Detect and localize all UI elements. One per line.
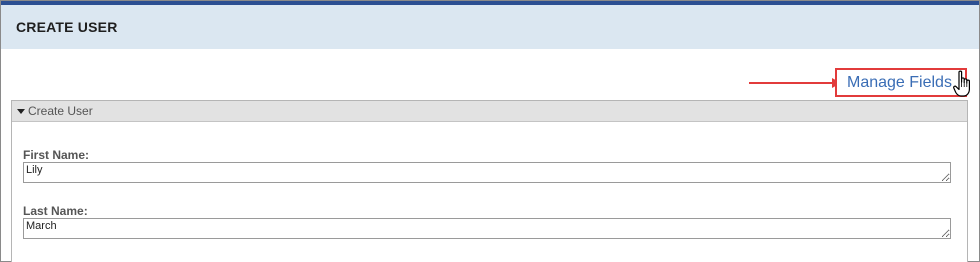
caret-down-icon — [17, 109, 25, 114]
section-title: Create User — [28, 104, 93, 118]
last-name-label: Last Name: — [23, 204, 88, 218]
first-name-field[interactable]: Lily — [23, 162, 951, 183]
create-user-section: Create User First Name: Lily Last Name: … — [11, 100, 968, 262]
hand-pointer-icon — [953, 70, 970, 97]
section-toggle[interactable]: Create User — [12, 101, 967, 122]
arrow-right-icon — [749, 78, 841, 88]
first-name-label: First Name: — [23, 148, 90, 162]
manage-fields-highlight: Manage Fields — [835, 68, 967, 97]
page-header: CREATE USER — [1, 5, 979, 49]
last-name-field[interactable]: March — [23, 218, 951, 239]
manage-fields-link[interactable]: Manage Fields — [847, 74, 952, 92]
page-title: CREATE USER — [16, 19, 118, 35]
